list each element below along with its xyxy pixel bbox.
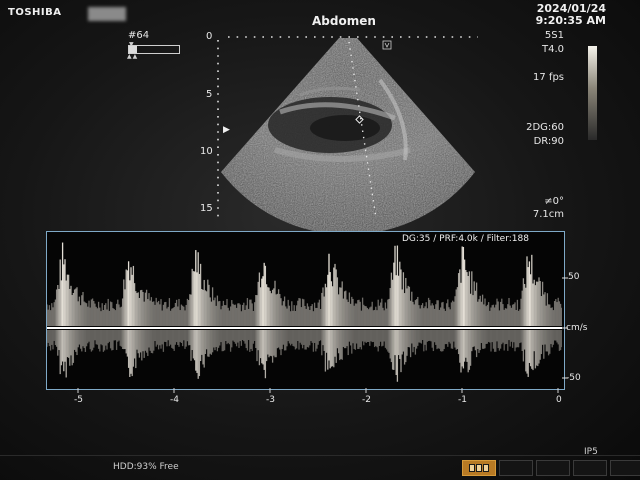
time-tick-neg2: -2 <box>362 395 371 405</box>
time-ticks <box>77 388 559 393</box>
velocity-ticks <box>562 277 568 379</box>
doppler-spectrum <box>47 242 562 382</box>
time-tick-neg3: -3 <box>266 395 275 405</box>
velocity-unit: cm/s <box>566 323 588 333</box>
bmode-sector <box>221 38 475 235</box>
ultrasound-screen: TOSHIBA Abdomen 2024/01/24 9:20:35 AM #6… <box>0 0 640 480</box>
time-tick-neg1: -1 <box>458 395 467 405</box>
soft-key-5[interactable] <box>610 460 640 476</box>
status-divider <box>0 455 640 456</box>
soft-key-bar <box>462 460 640 476</box>
soft-key-2[interactable] <box>499 460 533 476</box>
velocity-tick-neg50: -50 <box>566 373 581 383</box>
tape-button[interactable] <box>462 460 496 476</box>
hdd-status: HDD:93% Free <box>113 462 179 472</box>
time-tick-0: 0 <box>556 395 562 405</box>
image-preset-label: IP5 <box>584 447 598 457</box>
doppler-settings: DG:35 / PRF:4.0k / Filter:188 <box>402 234 529 244</box>
tape-icon <box>469 464 489 472</box>
time-tick-neg4: -4 <box>170 395 179 405</box>
soft-key-3[interactable] <box>536 460 570 476</box>
time-tick-neg5: -5 <box>74 395 83 405</box>
soft-key-4[interactable] <box>573 460 607 476</box>
probe-orientation-icon <box>382 40 392 50</box>
velocity-tick-50: 50 <box>568 272 580 282</box>
